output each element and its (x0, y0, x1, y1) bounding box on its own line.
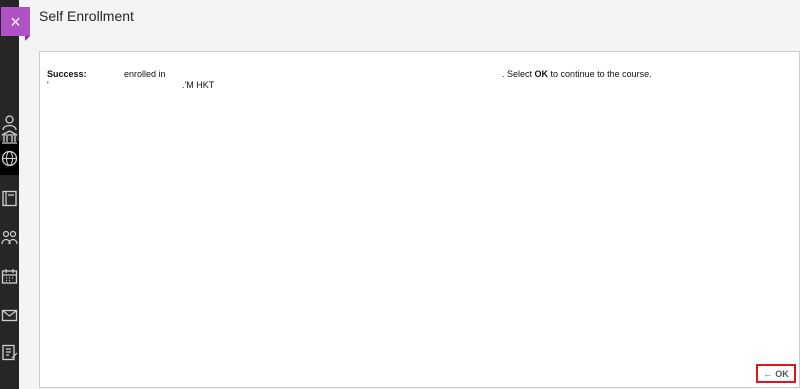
user-icon[interactable] (1, 114, 18, 131)
ok-button[interactable]: ← OK (756, 364, 796, 383)
ok-button-label: OK (775, 368, 789, 379)
success-label: Success: (47, 69, 87, 79)
institution-icon[interactable] (1, 129, 18, 146)
message-time: .'M HKT (182, 80, 215, 90)
calendar-icon[interactable] (1, 268, 18, 285)
arrow-left-icon: ← (763, 368, 773, 379)
close-button-fold (25, 36, 30, 41)
enrolled-text: enrolled in (124, 69, 166, 79)
grades-icon[interactable] (1, 344, 18, 361)
enrollment-panel: Success: enrolled in . Select OK to cont… (39, 51, 800, 388)
mail-icon[interactable] (1, 307, 18, 324)
globe-icon[interactable] (1, 150, 18, 167)
sidebar (0, 0, 19, 389)
close-icon: × (10, 11, 21, 32)
people-icon[interactable] (1, 229, 18, 246)
book-icon[interactable] (1, 190, 18, 207)
close-button[interactable]: × (1, 7, 30, 36)
page-title: Self Enrollment (39, 8, 134, 24)
ok-word: OK (534, 69, 549, 79)
message-line2-start: ' (47, 80, 49, 90)
continue-message: . Select OK to continue to the course. (502, 69, 652, 79)
